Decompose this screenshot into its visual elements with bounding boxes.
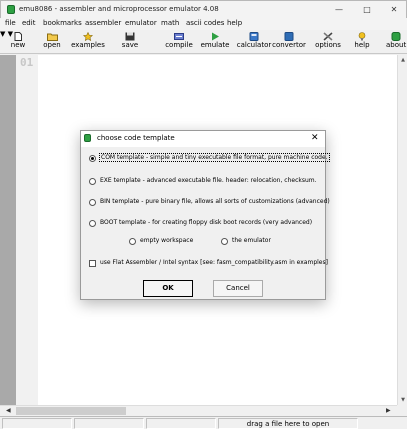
status-bar: drag a file here to open	[0, 416, 407, 429]
radio-button[interactable]	[221, 238, 228, 245]
examples-dropdown-arrow[interactable]: ▼	[0, 30, 5, 38]
convertor-button[interactable]: convertor	[272, 31, 306, 53]
window-title: emu8086 - assembler and microprocessor e…	[19, 5, 219, 13]
title-bar: emu8086 - assembler and microprocessor e…	[0, 0, 407, 18]
minimize-button[interactable]: —	[328, 2, 350, 17]
dialog-close-icon[interactable]: ✕	[311, 133, 319, 143]
examples-button[interactable]: examples	[70, 31, 106, 53]
radio-button[interactable]	[89, 178, 96, 185]
menu-edit[interactable]: edit	[22, 19, 35, 27]
dialog-app-icon	[84, 134, 91, 142]
convertor-icon	[284, 32, 294, 41]
status-message: drag a file here to open	[218, 418, 358, 429]
calculator-icon	[249, 32, 259, 41]
menu-bookmarks[interactable]: bookmarks	[43, 19, 82, 27]
play-icon	[210, 32, 220, 41]
compile-icon	[174, 32, 184, 41]
open-button[interactable]: open	[40, 31, 64, 53]
menu-help[interactable]: help	[227, 19, 242, 27]
code-template-dialog: choose code template ✕ COM template - si…	[80, 130, 330, 300]
horizontal-scrollbar[interactable]: ◀ ▶	[0, 405, 397, 416]
folder-icon	[47, 32, 58, 41]
star-icon	[82, 31, 94, 42]
menu-math[interactable]: math	[161, 19, 179, 27]
flat-assembler-label[interactable]: use Flat Assembler / Intel syntax [see: …	[100, 259, 328, 266]
radio-boot-label[interactable]: BOOT template - for creating floppy disk…	[100, 219, 312, 226]
vertical-scrollbar[interactable]: ▲ ▼	[397, 55, 407, 405]
calculator-button[interactable]: calculator	[236, 31, 272, 53]
options-button[interactable]: options	[314, 31, 342, 53]
radio-com-label[interactable]: COM template - simple and tiny executabl…	[99, 153, 330, 162]
new-file-icon	[13, 32, 23, 41]
close-window-button[interactable]: ✕	[383, 2, 405, 17]
about-button[interactable]: about	[386, 31, 406, 53]
menu-assembler[interactable]: assembler	[85, 19, 121, 27]
radio-button-selected[interactable]	[89, 155, 96, 162]
toolbar: new open examples ▼ save ▼ compile emula…	[0, 30, 407, 54]
radio-exe-label[interactable]: EXE template - advanced executable file.…	[100, 177, 317, 184]
radio-button[interactable]	[129, 238, 136, 245]
ok-button[interactable]: OK	[143, 280, 193, 297]
status-cell	[2, 418, 72, 429]
about-icon	[391, 32, 401, 41]
menu-emulator[interactable]: emulator	[125, 19, 157, 27]
scroll-left-icon[interactable]: ◀	[6, 406, 16, 416]
status-cell	[74, 418, 144, 429]
save-button[interactable]: save	[118, 31, 142, 53]
compile-button[interactable]: compile	[165, 31, 193, 53]
floppy-disk-icon	[125, 32, 135, 41]
scroll-right-icon[interactable]: ▶	[386, 406, 396, 416]
new-button[interactable]: new	[6, 31, 30, 53]
help-button[interactable]: help	[352, 31, 372, 53]
editor-left-panel	[0, 55, 16, 405]
status-cell	[146, 418, 216, 429]
radio-empty-label[interactable]: empty workspace	[140, 237, 193, 244]
scroll-up-icon[interactable]: ▲	[398, 55, 407, 65]
menu-bar: file edit bookmarks assembler emulator m…	[0, 18, 407, 30]
tools-icon	[323, 32, 333, 41]
app-icon	[7, 5, 15, 14]
line-number: 01	[20, 56, 34, 69]
radio-emulator-label[interactable]: the emulator	[232, 237, 271, 244]
horizontal-scroll-thumb[interactable]	[16, 407, 126, 415]
line-number-gutter	[16, 55, 38, 405]
radio-button[interactable]	[89, 220, 96, 227]
scroll-down-icon[interactable]: ▼	[398, 395, 407, 405]
cancel-button[interactable]: Cancel	[213, 280, 263, 297]
maximize-button[interactable]: □	[356, 2, 378, 17]
menu-ascii-codes[interactable]: ascii codes	[186, 19, 224, 27]
radio-bin-label[interactable]: BIN template - pure binary file, allows …	[100, 198, 330, 205]
checkbox-box[interactable]	[89, 260, 96, 267]
dialog-title: choose code template	[97, 134, 175, 142]
dialog-title-bar: choose code template ✕	[81, 131, 325, 147]
radio-button[interactable]	[89, 199, 96, 206]
emulate-button[interactable]: emulate	[200, 31, 230, 53]
help-icon	[357, 32, 367, 41]
menu-file[interactable]: file	[5, 19, 16, 27]
